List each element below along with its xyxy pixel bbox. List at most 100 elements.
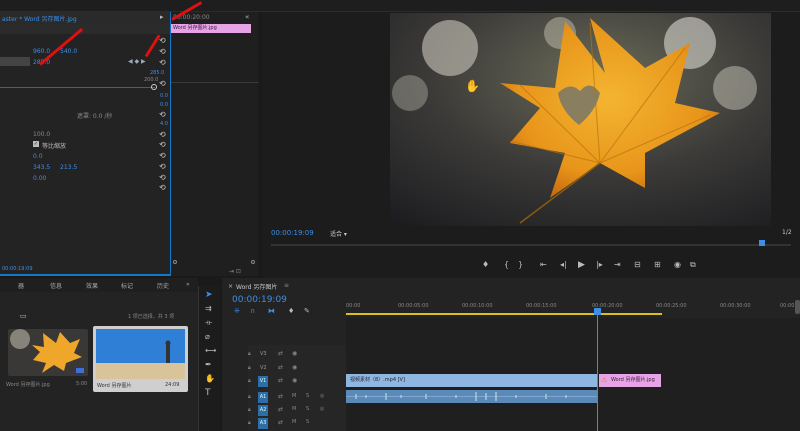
export-frame-icon[interactable]: ◉ <box>674 260 681 269</box>
tab-overflow-icon[interactable]: » <box>186 281 190 288</box>
solo-button[interactable]: S <box>306 393 309 399</box>
ripple-edit-tool-icon[interactable]: ⟛ <box>205 318 212 328</box>
voiceover-icon[interactable]: ◎ <box>320 393 324 399</box>
go-to-out-icon[interactable]: ⇥ <box>614 260 621 269</box>
folder-icon[interactable]: ▭ <box>20 312 27 320</box>
reset-icon[interactable]: ⟲ <box>159 37 167 45</box>
uniform-scale-checkbox[interactable]: ✓ <box>33 141 39 147</box>
mark-out-icon[interactable]: } <box>518 260 523 269</box>
lock-icon[interactable]: 🔒︎ <box>248 394 251 400</box>
lock-icon[interactable]: 🔒︎ <box>248 420 251 426</box>
collapse-icon[interactable]: « <box>245 13 249 21</box>
track-select-tool-icon[interactable]: ⇉ <box>205 304 212 313</box>
go-to-in-icon[interactable]: ⇤ <box>540 260 547 269</box>
mute-button[interactable]: M <box>292 393 296 399</box>
reset-icon[interactable]: ⟲ <box>159 80 167 88</box>
program-playhead[interactable] <box>759 240 765 246</box>
linked-selection-icon[interactable]: ⧓ <box>268 307 275 315</box>
step-forward-icon[interactable]: |▸ <box>596 260 603 269</box>
reset-icon[interactable]: ⟲ <box>159 163 167 171</box>
program-timecode[interactable]: 00:00:19:09 <box>271 229 314 237</box>
sync-lock-icon[interactable]: ⇄ <box>278 393 283 400</box>
audio-clip[interactable] <box>346 390 598 403</box>
fit-dropdown[interactable]: 适合 ▾ <box>330 229 347 238</box>
image-clip[interactable]: ⚠ Word 另存图片.jpg <box>599 374 661 387</box>
extract-icon[interactable]: ⊞ <box>654 260 661 269</box>
position-y-value[interactable]: 540.0 <box>60 48 77 55</box>
project-thumb-sequence-card[interactable]: Word 另存图片 24:09 <box>93 326 188 392</box>
tab-media[interactable]: 器 <box>18 281 24 290</box>
position-x-value[interactable]: 960.0 <box>33 48 50 55</box>
tab-markers[interactable]: 标记 <box>121 281 133 290</box>
panel-buttons[interactable]: ⇥ ⊡ <box>229 268 241 275</box>
reset-icon[interactable]: ⟲ <box>159 111 167 119</box>
tab-history[interactable]: 历史 <box>157 281 169 290</box>
reset-icon[interactable]: ⟲ <box>159 152 167 160</box>
flicker-value[interactable]: 0.00 <box>33 175 46 182</box>
mark-in-icon[interactable]: { <box>504 260 509 269</box>
project-thumb-image[interactable] <box>8 329 88 376</box>
solo-button[interactable]: S <box>306 406 309 412</box>
razor-tool-icon[interactable]: ⌀ <box>205 332 210 341</box>
tab-info[interactable]: 信息 <box>50 281 62 290</box>
reset-icon[interactable]: ⟲ <box>159 59 167 67</box>
program-video-frame[interactable]: ✋ <box>390 13 771 226</box>
anchor-x-value[interactable]: 343.5 <box>33 164 50 171</box>
track-target-v1[interactable]: V1 <box>258 376 268 387</box>
play-only-icon[interactable]: ▸ <box>160 13 164 21</box>
effect-controls-clip-name[interactable]: aster * Word 另存图片.jpg <box>2 14 77 23</box>
anchor-y-value[interactable]: 213.5 <box>60 164 77 171</box>
track-target-a1[interactable]: A1 <box>258 392 268 403</box>
eye-icon[interactable]: ◉ <box>292 377 297 384</box>
track-target-a3[interactable]: A3 <box>258 418 268 429</box>
slip-tool-icon[interactable]: ⟷ <box>205 346 216 355</box>
add-marker-icon[interactable]: ♦ <box>482 260 489 269</box>
voiceover-icon[interactable]: ◎ <box>320 406 324 412</box>
resolution-fraction[interactable]: 1/2 <box>782 229 792 236</box>
nest-icon[interactable]: ⁜ <box>234 307 240 315</box>
sync-lock-icon[interactable]: ⇄ <box>278 406 283 413</box>
reset-icon[interactable]: ⟲ <box>159 141 167 149</box>
solo-button[interactable]: S <box>306 419 309 425</box>
mini-clip[interactable]: Word 另存图片.jpg <box>171 24 251 33</box>
type-tool-icon[interactable]: T <box>205 388 211 398</box>
sync-lock-icon[interactable]: ⇄ <box>278 350 283 357</box>
scale-width-value[interactable]: 100.0 <box>33 131 50 138</box>
time-ruler[interactable]: 00:00 00:00:05:00 00:00:10:00 00:00:15:0… <box>346 300 800 316</box>
rotation-value[interactable]: 0.0 <box>33 153 43 160</box>
sequence-tab[interactable]: Word 另存图片 <box>236 282 277 291</box>
play-icon[interactable]: ▶ <box>578 260 585 270</box>
hand-tool-icon[interactable]: ✋ <box>205 374 215 383</box>
timeline-playhead[interactable] <box>597 308 598 431</box>
lock-icon[interactable]: 🔒︎ <box>248 365 251 371</box>
settings-icon[interactable]: ✎ <box>304 307 310 315</box>
lock-icon[interactable]: 🔒︎ <box>248 378 251 384</box>
close-tab-icon[interactable]: × <box>228 283 233 290</box>
keyframe-nav[interactable]: ◀ ◆ ▶ <box>128 58 146 65</box>
scroll-handle-right[interactable] <box>251 260 255 264</box>
eye-icon[interactable]: ◉ <box>292 364 297 371</box>
sync-lock-icon[interactable]: ⇄ <box>278 364 283 371</box>
marker-icon[interactable]: ♦ <box>288 307 294 315</box>
compare-icon[interactable]: ⧉ <box>690 260 696 270</box>
lock-icon[interactable]: 🔒︎ <box>248 407 251 413</box>
mini-scrollbar[interactable] <box>171 260 259 266</box>
timeline-timecode[interactable]: 00:00:19:09 <box>232 295 287 305</box>
timeline-scrollbar[interactable] <box>795 300 800 314</box>
work-area-bar[interactable] <box>346 313 662 315</box>
selection-tool-icon[interactable]: ➤ <box>205 290 213 300</box>
pen-tool-icon[interactable]: ✒ <box>205 360 212 369</box>
program-scrubber[interactable] <box>271 244 791 246</box>
eye-icon[interactable]: ◉ <box>292 350 297 357</box>
video-clip[interactable]: 视频素材（8）.mp4 [V] <box>346 374 598 387</box>
tab-effects[interactable]: 效果 <box>86 281 98 290</box>
reset-icon[interactable]: ⟲ <box>159 131 167 139</box>
playhead-handle[interactable] <box>594 308 601 315</box>
scroll-handle-left[interactable] <box>173 260 177 264</box>
lift-icon[interactable]: ⊟ <box>634 260 641 269</box>
menu-icon[interactable]: ≡ <box>284 282 289 289</box>
sync-lock-icon[interactable]: ⇄ <box>278 377 283 384</box>
mute-button[interactable]: M <box>292 419 296 425</box>
scale-slider-handle[interactable] <box>151 84 157 90</box>
reset-icon[interactable]: ⟲ <box>159 48 167 56</box>
